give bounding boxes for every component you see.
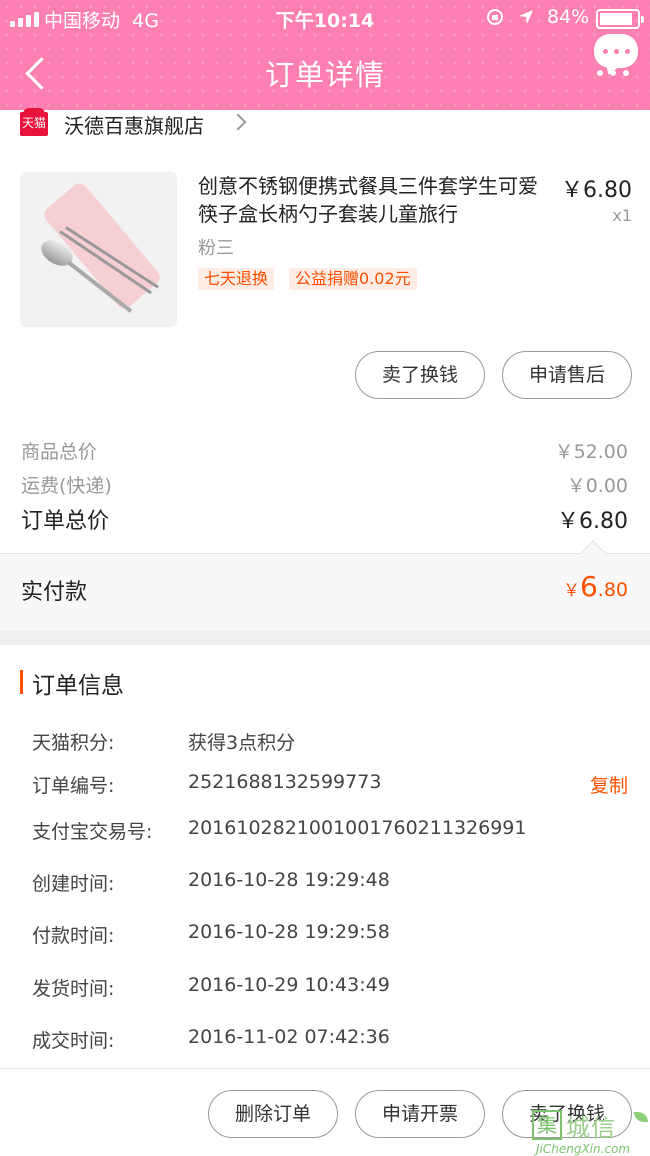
orientation-lock-icon	[487, 9, 503, 25]
paid-amount-row: 实付款 ￥6.80	[0, 540, 650, 631]
section-marker	[20, 670, 23, 694]
battery-icon	[596, 9, 644, 29]
product-image[interactable]	[20, 172, 177, 327]
order-total-label: 订单总价	[21, 509, 110, 534]
goods-total-label: 商品总价	[21, 441, 98, 463]
battery-percent: 84%	[547, 6, 590, 28]
paid-time-value: 2016-10-28 19:29:58	[188, 921, 390, 943]
paid-value: ￥6.80	[562, 570, 628, 603]
status-icons: 84%	[485, 6, 589, 28]
watermark-url: JiChengXin.com	[536, 1142, 631, 1156]
section-divider	[0, 631, 650, 645]
deal-time-value: 2016-11-02 07:42:36	[188, 1026, 390, 1048]
paid-time-label: 付款时间:	[32, 925, 115, 947]
deal-time-label: 成交时间:	[32, 1030, 115, 1052]
watermark-text: 城信	[566, 1114, 616, 1142]
leaf-icon	[634, 1112, 648, 1122]
tag-seven-day-return: 七天退换	[198, 268, 275, 290]
watermark-logo: 集	[532, 1110, 562, 1140]
watermark: 集 城信 JiChengXin.com	[532, 1108, 650, 1156]
created-time-value: 2016-10-28 19:29:48	[188, 869, 390, 891]
status-bar: 中国移动 4G 下午10:14 84%	[0, 0, 650, 38]
sell-for-cash-button[interactable]: 卖了换钱	[355, 351, 485, 399]
order-number-value: 2521688132599773	[188, 771, 382, 793]
message-icon[interactable]	[594, 34, 638, 68]
store-row[interactable]: 天猫 沃德百惠旗舰店	[0, 108, 650, 144]
shipped-time-value: 2016-10-29 10:43:49	[188, 974, 390, 996]
tag-charity: 公益捐赠0.02元	[289, 268, 417, 290]
delete-order-button[interactable]: 删除订单	[208, 1090, 338, 1138]
points-label: 天猫积分:	[32, 732, 115, 754]
alipay-trade-value: 2016102821001001760211326991	[188, 817, 527, 839]
created-time-label: 创建时间:	[32, 873, 115, 895]
chevron-right-icon	[229, 113, 247, 131]
goods-total-value: ￥52.00	[554, 441, 628, 463]
apply-after-sale-button[interactable]: 申请售后	[502, 351, 632, 399]
paid-label: 实付款	[21, 580, 88, 605]
header: 中国移动 4G 下午10:14 84% 订单详情	[0, 0, 650, 110]
shipped-time-label: 发货时间:	[32, 978, 115, 1000]
shipping-value: ￥0.00	[566, 475, 628, 497]
order-total-value: ￥6.80	[557, 509, 628, 534]
points-value: 获得3点积分	[188, 732, 296, 754]
product-sku: 粉三	[198, 238, 234, 259]
store-name[interactable]: 沃德百惠旗舰店	[64, 110, 204, 139]
request-invoice-button[interactable]: 申请开票	[355, 1090, 485, 1138]
location-icon	[519, 10, 533, 24]
order-info-title: 订单信息	[32, 673, 124, 699]
product-quantity: x1	[612, 206, 632, 225]
product-price: ￥6.80	[561, 178, 632, 203]
shipping-label: 运费(快递)	[21, 475, 112, 497]
alipay-trade-label: 支付宝交易号:	[32, 821, 153, 843]
order-number-label: 订单编号:	[32, 775, 115, 797]
copy-order-number-button[interactable]: 复制	[590, 771, 628, 798]
more-icon[interactable]	[597, 70, 629, 76]
tmall-icon: 天猫	[20, 108, 48, 136]
product-title[interactable]: 创意不锈钢便携式餐具三件套学生可爱筷子盒长柄勺子套装儿童旅行	[198, 172, 548, 228]
page-title: 订单详情	[264, 58, 385, 92]
